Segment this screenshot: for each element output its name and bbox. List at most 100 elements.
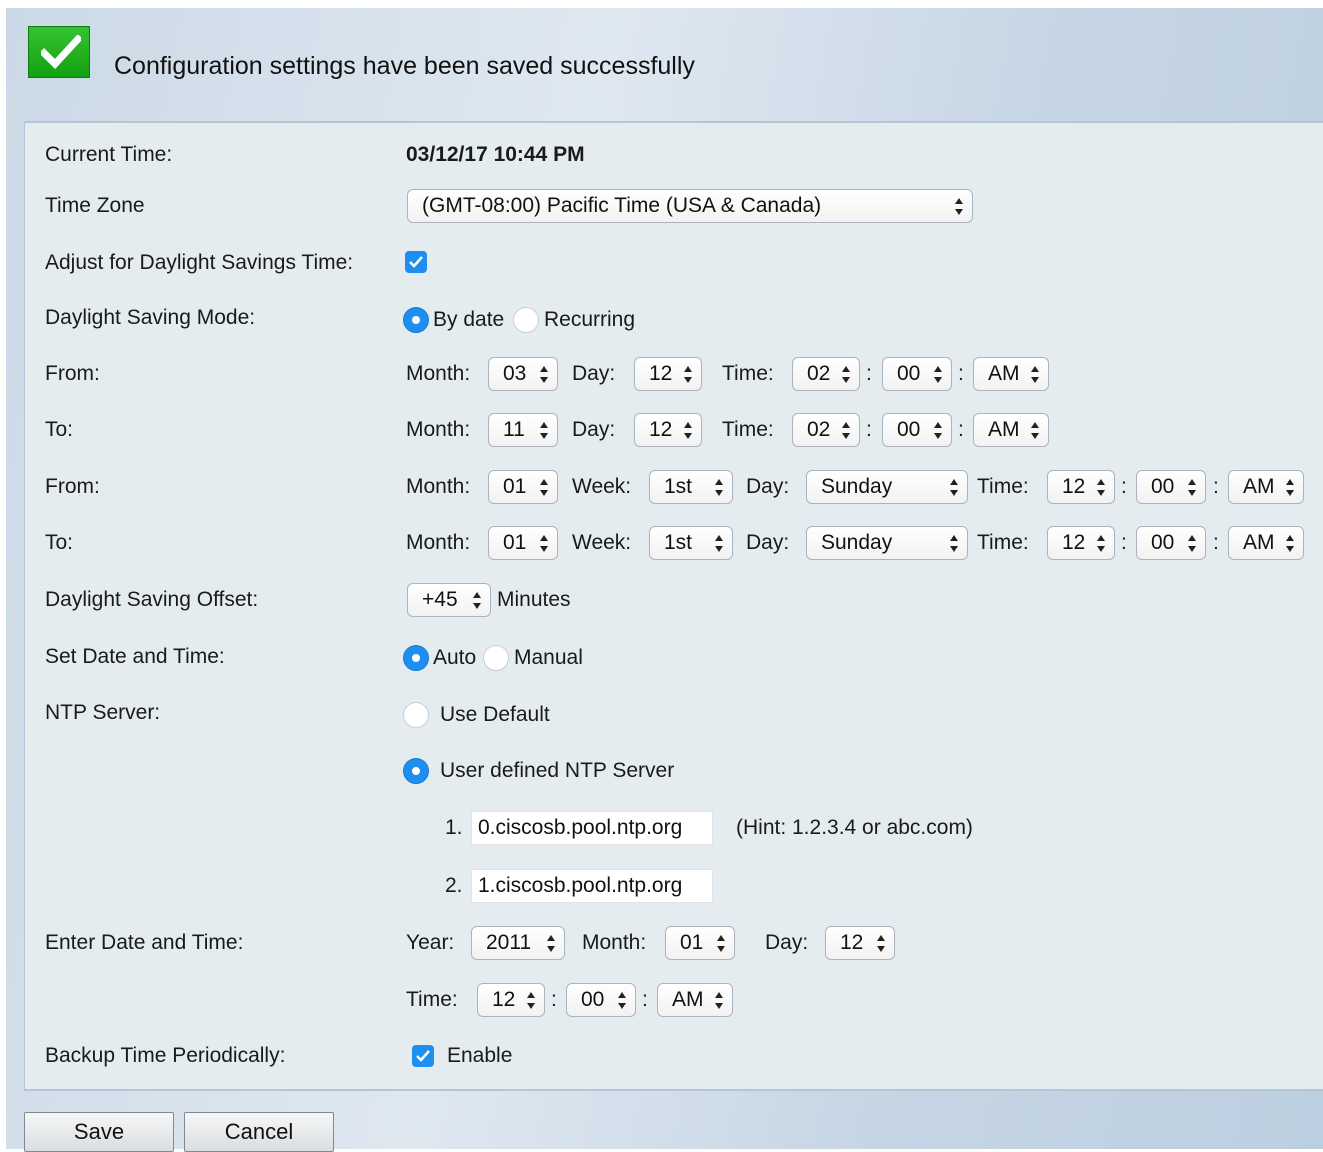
ntp-hint: (Hint: 1.2.3.4 or abc.com) — [736, 816, 973, 839]
select-value: (GMT-08:00) Pacific Time (USA & Canada) — [422, 194, 822, 217]
by-date-from-month-select[interactable]: 03 — [488, 357, 558, 391]
by-date-to-ampm-select[interactable]: AM — [973, 413, 1049, 447]
recurring-to-minute-select[interactable]: 00 — [1136, 526, 1206, 560]
select-value: 00 — [897, 418, 921, 441]
time-label: Time: — [406, 988, 458, 1011]
recurring-from-week-select[interactable]: 1st — [649, 470, 733, 504]
select-value: 01 — [503, 531, 527, 554]
by-date-to-hour-select[interactable]: 02 — [792, 413, 860, 447]
select-arrows-icon — [684, 366, 693, 383]
recurring-to-day-select[interactable]: Sunday — [806, 526, 968, 560]
manual-hour-select[interactable]: 12 — [477, 983, 545, 1017]
select-value: 1st — [664, 475, 693, 498]
ntp-server-1-input[interactable]: 0.ciscosb.pool.ntp.org — [471, 811, 713, 845]
select-arrows-icon — [1097, 535, 1106, 552]
set-date-time-auto-label: Auto — [433, 646, 477, 669]
recurring-to-month-select[interactable]: 01 — [488, 526, 558, 560]
select-value: +45 — [422, 588, 458, 611]
save-button[interactable]: Save — [24, 1112, 174, 1152]
recurring-to-week-select[interactable]: 1st — [649, 526, 733, 560]
set-date-time-manual-label: Manual — [514, 646, 583, 669]
ntp-server-label: NTP Server: — [45, 701, 161, 724]
enter-date-time-label: Enter Date and Time: — [45, 931, 244, 954]
select-value: 12 — [1062, 475, 1086, 498]
server-1-number: 1. — [445, 816, 463, 839]
dst-mode-by-date-radio[interactable] — [403, 307, 429, 333]
dst-mode-label: Daylight Saving Mode: — [45, 306, 256, 329]
set-date-time-auto-radio[interactable] — [403, 645, 429, 671]
set-date-time-manual-radio[interactable] — [483, 645, 509, 671]
recurring-to-hour-select[interactable]: 12 — [1047, 526, 1115, 560]
recurring-from-month-select[interactable]: 01 — [488, 470, 558, 504]
select-value: 01 — [503, 475, 527, 498]
cancel-button[interactable]: Cancel — [184, 1112, 334, 1152]
recurring-from-day-select[interactable]: Sunday — [806, 470, 968, 504]
select-value: 12 — [840, 931, 864, 954]
select-arrows-icon — [842, 366, 851, 383]
success-banner: Configuration settings have been saved s… — [28, 26, 928, 80]
week-label: Week: — [572, 475, 632, 498]
day-label: Day: — [765, 931, 809, 954]
offset-label: Daylight Saving Offset: — [45, 588, 259, 611]
time-settings-panel: Current Time: 03/12/17 10:44 PM Time Zon… — [24, 121, 1323, 1091]
month-label: Month: — [582, 931, 647, 954]
recurring-from-hour-select[interactable]: 12 — [1047, 470, 1115, 504]
select-value: AM — [988, 418, 1020, 441]
select-arrows-icon — [618, 992, 627, 1009]
by-date-to-day-select[interactable]: 12 — [634, 413, 702, 447]
select-arrows-icon — [547, 935, 556, 952]
ntp-user-defined-radio[interactable] — [403, 758, 429, 784]
select-arrows-icon — [934, 366, 943, 383]
select-arrows-icon — [715, 992, 724, 1009]
time-zone-select[interactable]: (GMT-08:00) Pacific Time (USA & Canada) — [407, 189, 973, 223]
by-date-to-month-select[interactable]: 11 — [488, 413, 558, 447]
offset-select[interactable]: +45 — [407, 583, 491, 617]
manual-ampm-select[interactable]: AM — [657, 983, 733, 1017]
day-label: Day: — [572, 362, 616, 385]
select-value: 00 — [1151, 475, 1175, 498]
select-arrows-icon — [540, 535, 549, 552]
ntp-use-default-radio[interactable] — [403, 702, 429, 728]
recurring-to-ampm-select[interactable]: AM — [1228, 526, 1304, 560]
dst-adjust-checkbox[interactable] — [405, 251, 427, 273]
dst-adjust-label: Adjust for Daylight Savings Time: — [45, 251, 354, 274]
by-date-from-day-select[interactable]: 12 — [634, 357, 702, 391]
select-value: Sunday — [821, 531, 893, 554]
manual-month-select[interactable]: 01 — [665, 926, 735, 960]
select-arrows-icon — [717, 935, 726, 952]
recurring-from-ampm-select[interactable]: AM — [1228, 470, 1304, 504]
select-value: 00 — [897, 362, 921, 385]
backup-enable-checkbox[interactable] — [412, 1045, 434, 1067]
by-date-to-label: To: — [45, 418, 74, 441]
select-value: 2011 — [486, 931, 532, 954]
time-label: Time: — [722, 362, 774, 385]
select-value: AM — [672, 988, 704, 1011]
select-arrows-icon — [1097, 479, 1106, 496]
manual-year-select[interactable]: 2011 — [471, 926, 565, 960]
manual-minute-select[interactable]: 00 — [566, 983, 636, 1017]
select-arrows-icon — [684, 422, 693, 439]
select-value: 02 — [807, 362, 831, 385]
dst-mode-recurring-radio[interactable] — [513, 307, 539, 333]
backup-label: Backup Time Periodically: — [45, 1044, 286, 1067]
select-arrows-icon — [1031, 422, 1040, 439]
colon: : — [866, 418, 872, 441]
by-date-from-ampm-select[interactable]: AM — [973, 357, 1049, 391]
recurring-from-label: From: — [45, 475, 100, 498]
backup-enable-label: Enable — [447, 1044, 513, 1067]
time-label: Time: — [722, 418, 774, 441]
recurring-from-minute-select[interactable]: 00 — [1136, 470, 1206, 504]
manual-day-select[interactable]: 12 — [825, 926, 895, 960]
year-label: Year: — [406, 931, 455, 954]
by-date-from-hour-select[interactable]: 02 — [792, 357, 860, 391]
ntp-use-default-label: Use Default — [440, 703, 550, 726]
select-arrows-icon — [715, 479, 724, 496]
by-date-to-minute-select[interactable]: 00 — [882, 413, 952, 447]
select-value: 00 — [1151, 531, 1175, 554]
select-arrows-icon — [955, 198, 964, 215]
by-date-from-minute-select[interactable]: 00 — [882, 357, 952, 391]
colon: : — [958, 362, 964, 385]
ntp-server-2-input[interactable]: 1.ciscosb.pool.ntp.org — [471, 869, 713, 903]
select-arrows-icon — [1286, 535, 1295, 552]
month-label: Month: — [406, 531, 471, 554]
